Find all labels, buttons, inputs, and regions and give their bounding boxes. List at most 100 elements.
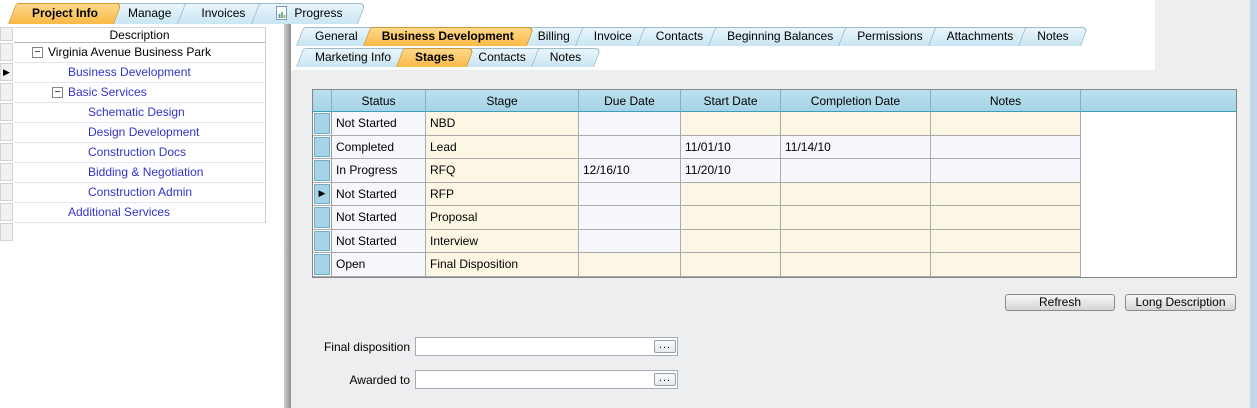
cell-due_date[interactable]: [579, 206, 681, 230]
cell-status[interactable]: Not Started: [332, 112, 426, 136]
cell-notes[interactable]: [931, 159, 1081, 183]
row-selector[interactable]: [0, 183, 13, 201]
tree-item-schematic-design[interactable]: Schematic Design: [14, 103, 265, 123]
cell-status[interactable]: Open: [332, 253, 426, 277]
awarded-to-input[interactable]: [417, 372, 654, 387]
tree-item-construction-admin[interactable]: Construction Admin: [14, 183, 265, 203]
tab-project-info[interactable]: Project Info: [8, 3, 114, 24]
tab-general[interactable]: General: [296, 27, 371, 46]
column-header-stage[interactable]: Stage: [426, 90, 579, 112]
row-selector[interactable]: [313, 206, 332, 230]
cell-stage[interactable]: Final Disposition: [426, 253, 579, 277]
awarded-to-browse-button[interactable]: ...: [654, 373, 676, 386]
tab-permissions[interactable]: Permissions: [838, 27, 935, 46]
tree-item-virginia-avenue-business-park[interactable]: −Virginia Avenue Business Park: [14, 43, 265, 63]
tree-item-business-development[interactable]: Business Development: [14, 63, 265, 83]
final-disposition-browse-button[interactable]: ...: [654, 340, 676, 353]
cell-due_date[interactable]: 12/16/10: [579, 159, 681, 183]
cell-start_date[interactable]: [681, 183, 781, 207]
row-selector[interactable]: [0, 103, 13, 121]
row-selector[interactable]: [313, 253, 332, 277]
tab-notes[interactable]: Notes: [531, 48, 594, 67]
cell-notes[interactable]: [931, 253, 1081, 277]
row-selector[interactable]: [0, 123, 13, 141]
tree-item-bidding-negotiation[interactable]: Bidding & Negotiation: [14, 163, 265, 183]
cell-due_date[interactable]: [579, 230, 681, 254]
cell-notes[interactable]: [931, 206, 1081, 230]
tab-attachments[interactable]: Attachments: [928, 27, 1027, 46]
long-description-button[interactable]: Long Description: [1125, 294, 1236, 311]
cell-completion_date[interactable]: [781, 206, 931, 230]
cell-start_date[interactable]: [681, 230, 781, 254]
tab-invoices[interactable]: Invoices: [177, 3, 261, 24]
row-selector[interactable]: [0, 203, 13, 221]
tree-item-additional-services[interactable]: Additional Services: [14, 203, 265, 223]
refresh-button[interactable]: Refresh: [1005, 294, 1115, 311]
cell-status[interactable]: Not Started: [332, 206, 426, 230]
cell-notes[interactable]: [931, 183, 1081, 207]
column-header-status[interactable]: Status: [332, 90, 426, 112]
row-selector[interactable]: [0, 83, 13, 101]
cell-start_date[interactable]: [681, 206, 781, 230]
column-header-start-date[interactable]: Start Date: [681, 90, 781, 112]
row-selector[interactable]: [313, 112, 332, 136]
cell-start_date[interactable]: [681, 112, 781, 136]
cell-completion_date[interactable]: [781, 183, 931, 207]
cell-stage[interactable]: Proposal: [426, 206, 579, 230]
cell-status[interactable]: Not Started: [332, 183, 426, 207]
tab-progress[interactable]: Progress: [251, 3, 358, 24]
row-selector-box: [314, 137, 330, 158]
cell-start_date[interactable]: [681, 253, 781, 277]
tab-notes[interactable]: Notes: [1018, 27, 1081, 46]
tree-item-construction-docs[interactable]: Construction Docs: [14, 143, 265, 163]
cell-status[interactable]: In Progress: [332, 159, 426, 183]
cell-notes[interactable]: [931, 112, 1081, 136]
cell-notes[interactable]: [931, 230, 1081, 254]
cell-notes[interactable]: [931, 136, 1081, 160]
cell-completion_date[interactable]: 11/14/10: [781, 136, 931, 160]
cell-due_date[interactable]: [579, 253, 681, 277]
tab-stages[interactable]: Stages: [396, 48, 467, 67]
cell-completion_date[interactable]: [781, 159, 931, 183]
row-selector[interactable]: [313, 230, 332, 254]
tree-item-basic-services[interactable]: −Basic Services: [14, 83, 265, 103]
cell-completion_date[interactable]: [781, 230, 931, 254]
row-selector[interactable]: [313, 136, 332, 160]
project-tree: Description −Virginia Avenue Business Pa…: [14, 27, 266, 223]
row-selector[interactable]: ▶: [0, 63, 13, 81]
row-selector[interactable]: [313, 159, 332, 183]
cell-stage[interactable]: Lead: [426, 136, 579, 160]
tab-invoice[interactable]: Invoice: [575, 27, 645, 46]
cell-start_date[interactable]: 11/20/10: [681, 159, 781, 183]
tab-business-development[interactable]: Business Development: [363, 27, 527, 46]
cell-stage[interactable]: RFP: [426, 183, 579, 207]
tree-column-header[interactable]: Description: [14, 27, 265, 43]
column-header-completion-date[interactable]: Completion Date: [781, 90, 931, 112]
tab-marketing-info[interactable]: Marketing Info: [296, 48, 404, 67]
column-header-due-date[interactable]: Due Date: [579, 90, 681, 112]
final-disposition-input[interactable]: [417, 339, 654, 354]
row-selector[interactable]: ▶: [313, 183, 332, 207]
cell-completion_date[interactable]: [781, 112, 931, 136]
row-selector[interactable]: [0, 143, 13, 161]
collapse-toggle-icon[interactable]: −: [52, 87, 63, 98]
panel-splitter[interactable]: [284, 24, 291, 408]
collapse-toggle-icon[interactable]: −: [32, 47, 43, 58]
cell-stage[interactable]: NBD: [426, 112, 579, 136]
cell-status[interactable]: Not Started: [332, 230, 426, 254]
row-selector[interactable]: [0, 43, 13, 61]
tree-item-design-development[interactable]: Design Development: [14, 123, 265, 143]
cell-completion_date[interactable]: [781, 253, 931, 277]
row-selector[interactable]: [0, 223, 13, 241]
column-header-notes[interactable]: Notes: [931, 90, 1081, 112]
row-selector[interactable]: [0, 163, 13, 181]
cell-due_date[interactable]: [579, 136, 681, 160]
cell-stage[interactable]: RFQ: [426, 159, 579, 183]
cell-stage[interactable]: Interview: [426, 230, 579, 254]
tab-beginning-balances[interactable]: Beginning Balances: [708, 27, 846, 46]
cell-status[interactable]: Completed: [332, 136, 426, 160]
cell-due_date[interactable]: [579, 183, 681, 207]
cell-due_date[interactable]: [579, 112, 681, 136]
tab-contacts[interactable]: Contacts: [637, 27, 716, 46]
cell-start_date[interactable]: 11/01/10: [681, 136, 781, 160]
